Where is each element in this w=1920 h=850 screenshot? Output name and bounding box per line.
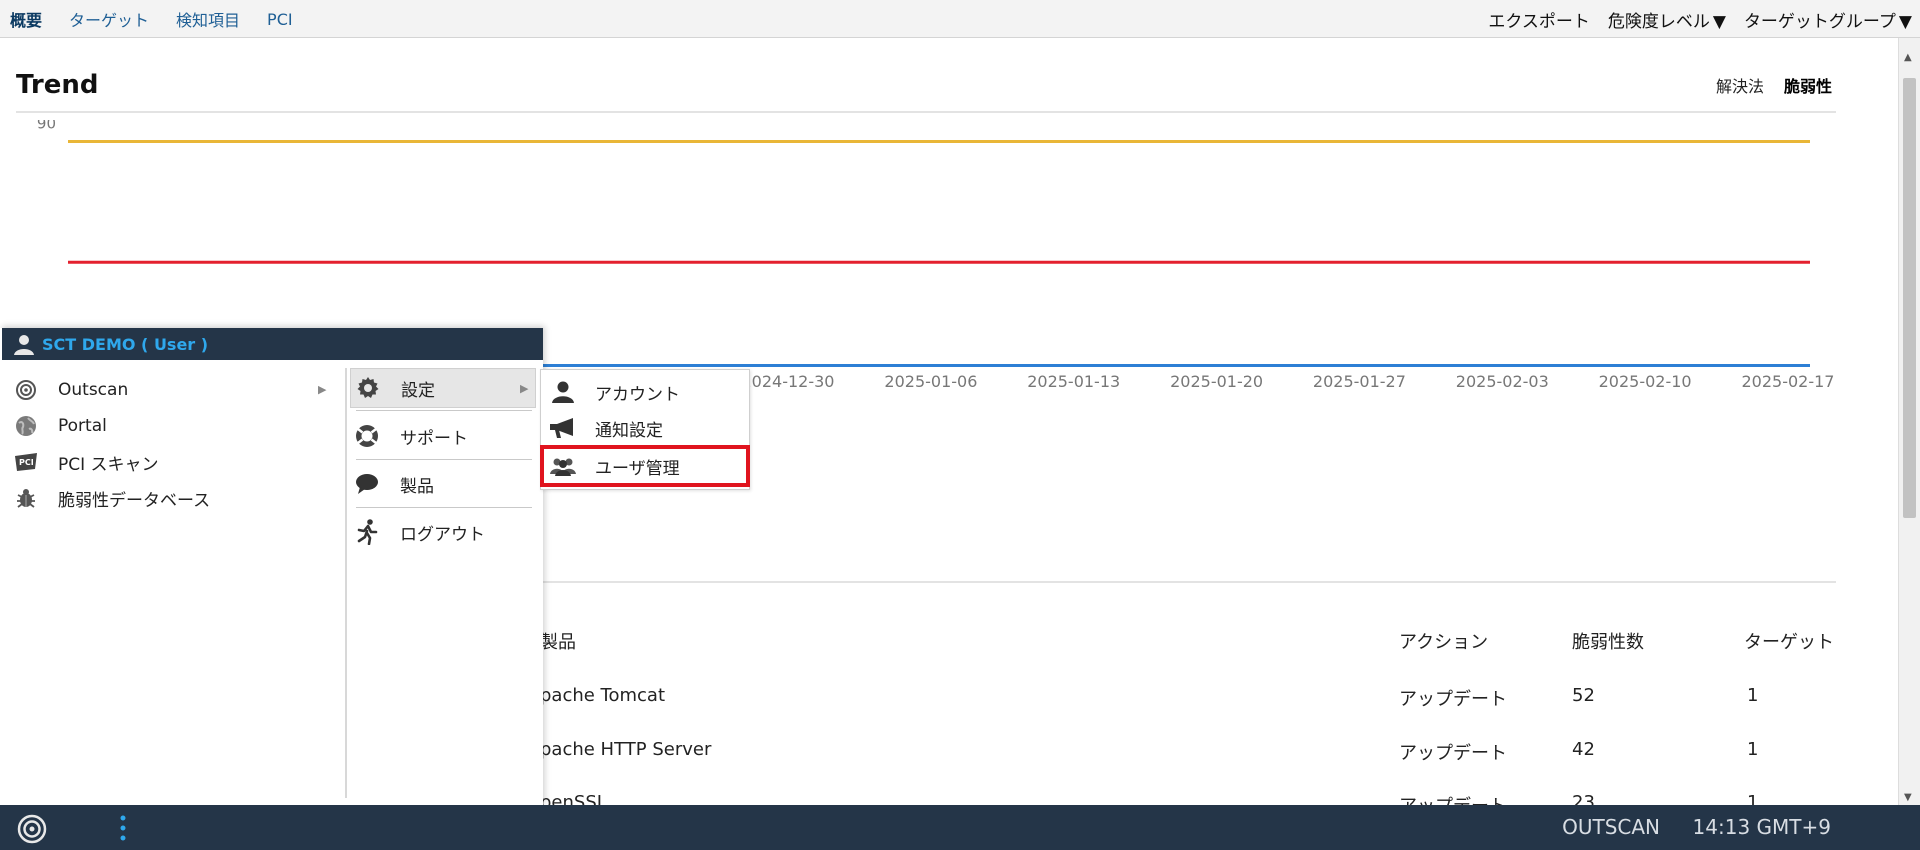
top-actions: エクスポート 危険度レベル ▼ ターゲットグループ ▼ [1470,0,1912,38]
menu-item-label: ログアウト [400,524,485,545]
outscan-icon [14,378,38,402]
submenu-item-user-management[interactable]: ユーザ管理 [540,445,750,487]
scroll-up-icon[interactable]: ▲ [1904,52,1912,63]
menu-item-outscan[interactable]: Outscan [14,376,128,404]
menu-item-pci-scan[interactable]: PCI PCI スキャン [14,448,159,476]
column-action[interactable]: アクション [1399,628,1488,654]
x-tick-label: 2025-01-06 [884,372,977,391]
scrollbar-thumb[interactable] [1903,78,1916,518]
risk-level-label: 危険度レベル [1607,11,1710,32]
y-tick-label: 90 [37,120,56,133]
more-vertical-icon[interactable] [119,814,127,842]
tab-pci[interactable]: PCI [267,10,293,29]
trend-divider [16,111,1836,113]
menu-item-label: 製品 [400,476,434,497]
cell-product: pache Tomcat [540,685,666,706]
trend-title: Trend [16,70,99,100]
tab-findings[interactable]: 検知項目 [176,7,240,31]
submenu-item-label: アカウント [595,384,680,405]
submenu-arrow-icon: ▶ [520,382,529,395]
settings-submenu: アカウント 通知設定 ユーザ管理 [540,369,750,490]
gear-icon [355,375,381,401]
menu-column-divider [345,368,347,798]
vertical-scrollbar[interactable]: ▲ ▼ [1898,38,1920,805]
cell-action: アップデート [1399,689,1507,710]
speech-bubble-icon [354,471,380,497]
x-tick-label: 2025-01-13 [1027,372,1120,391]
submenu-item-label: ユーザ管理 [595,458,680,479]
x-tick-label: 2025-01-27 [1313,372,1406,391]
x-tick-label: 2025-02-17 [1742,372,1835,391]
cell-vuln-count: 52 [1572,685,1595,706]
outscan-logo-icon[interactable] [16,813,48,845]
menu-item-support[interactable]: サポート [350,416,536,456]
risk-level-dropdown[interactable]: 危険度レベル ▼ [1608,7,1726,32]
column-product[interactable]: 製品 [540,628,576,654]
section-divider [540,581,1836,583]
user-icon [549,380,577,404]
target-group-dropdown[interactable]: ターゲットグループ ▼ [1744,7,1912,32]
target-group-label: ターゲットグループ [1743,11,1896,32]
menu-item-label: 脆弱性データベース [58,490,211,511]
chevron-down-icon: ▼ [1712,11,1726,32]
tab-targets[interactable]: ターゲット [69,7,149,31]
lifebuoy-icon [354,423,380,449]
submenu-item-notification-settings[interactable]: 通知設定 [541,410,749,446]
menu-item-settings[interactable]: 設定 [350,368,536,408]
menu-item-label: サポート [400,428,468,449]
menu-separator [356,459,532,460]
user-name: SCT DEMO ( User ) [42,334,209,354]
users-icon [549,454,577,478]
main-tabs: 概要 ターゲット 検知項目 PCI [10,0,320,38]
menu-item-logout[interactable]: ログアウト [350,512,536,552]
x-tick-label: 2025-01-20 [1170,372,1263,391]
submenu-arrow-icon: ▶ [318,383,327,396]
menu-item-label: Portal [58,416,107,436]
x-tick-label: 2024-12-30 [742,372,835,391]
cell-vuln-count: 42 [1572,739,1595,760]
menu-user-header: SCT DEMO ( User ) [2,328,543,360]
globe-icon [14,414,38,438]
menu-separator [356,507,532,508]
menu-item-vuln-database[interactable]: 脆弱性データベース [14,484,210,512]
product-name: OUTSCAN [1562,815,1660,839]
user-icon [14,335,34,355]
top-navigation-bar: 概要 ターゲット 検知項目 PCI エクスポート 危険度レベル ▼ ターゲットグル… [0,0,1920,38]
column-target[interactable]: ターゲット [1744,628,1834,654]
running-man-icon [354,519,380,545]
megaphone-icon [549,416,577,440]
x-tick-label: 2025-02-10 [1599,372,1692,391]
clock: 14:13 GMT+9 [1692,815,1831,839]
svg-text:PCI: PCI [19,458,34,467]
menu-item-label: Outscan [58,380,129,400]
cell-product: pache HTTP Server [540,739,712,760]
trend-view-tabs: 解決法 脆弱性 [1696,73,1832,97]
cell-action: アップデート [1399,743,1507,764]
tab-solutions[interactable]: 解決法 [1716,73,1764,97]
taskbar: OUTSCAN 14:13 GMT+9 [0,805,1920,850]
menu-item-label: 設定 [401,380,435,401]
menu-item-label: PCI スキャン [58,454,159,475]
menu-separator [356,410,532,411]
chevron-down-icon: ▼ [1898,11,1912,32]
x-tick-label: 2025-02-03 [1456,372,1549,391]
submenu-item-account[interactable]: アカウント [541,374,749,410]
column-vuln-count[interactable]: 脆弱性数 [1572,628,1644,654]
scroll-down-icon[interactable]: ▼ [1904,792,1912,803]
cell-target: 1 [1747,739,1759,760]
submenu-item-label: 通知設定 [595,420,663,441]
tab-overview[interactable]: 概要 [10,7,42,31]
export-button[interactable]: エクスポート [1488,7,1590,32]
tab-vulnerabilities[interactable]: 脆弱性 [1784,73,1832,97]
start-menu: SCT DEMO ( User ) Outscan ▶ Portal PCI P… [0,328,543,805]
bug-icon [14,486,38,510]
cell-target: 1 [1747,685,1759,706]
pci-icon: PCI [14,450,38,474]
menu-item-products[interactable]: 製品 [350,464,536,504]
menu-item-portal[interactable]: Portal [14,412,107,440]
